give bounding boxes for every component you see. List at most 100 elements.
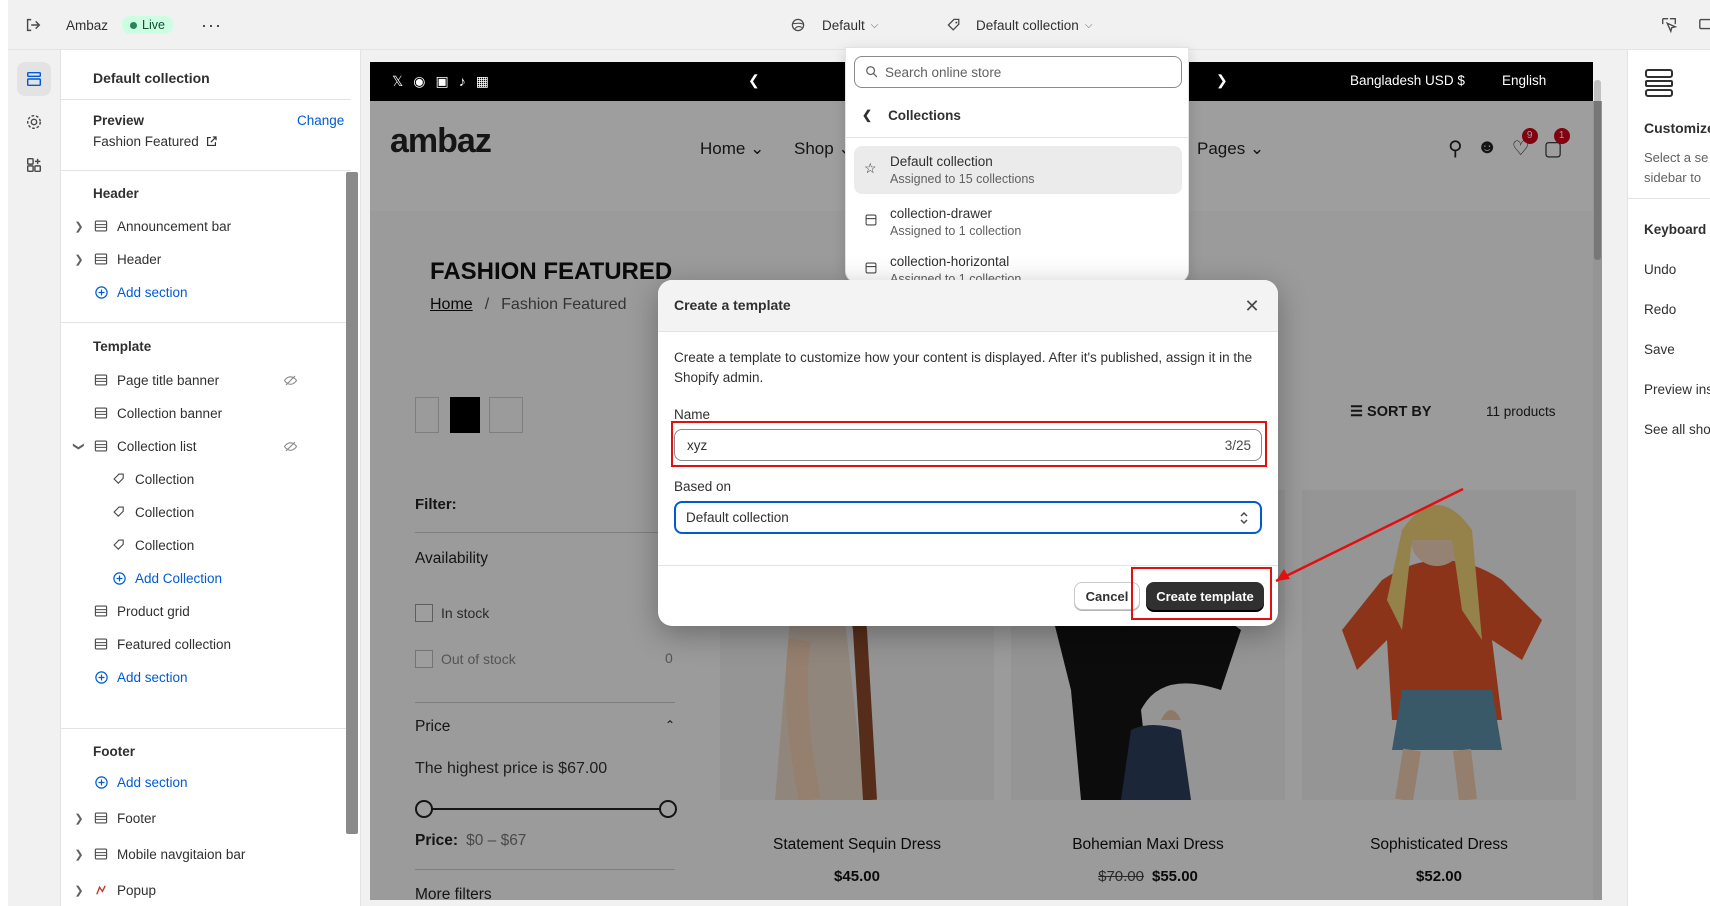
theme-settings-rail-button[interactable] <box>17 105 51 139</box>
divider <box>846 137 1188 138</box>
gear-icon <box>26 114 42 130</box>
template-option-subtitle: Assigned to 15 collections <box>890 172 1035 186</box>
section-collection-banner[interactable]: Collection banner <box>61 397 351 429</box>
shortcut-save: Save <box>1644 342 1675 357</box>
chevron-down-icon[interactable]: ❯ <box>73 440 86 452</box>
template-option-title: collection-drawer <box>890 206 993 221</box>
template-option-collection-horizontal[interactable]: collection-horizontal Assigned to 1 coll… <box>854 246 1182 282</box>
section-mobile-navigation-bar[interactable]: ❯ Mobile navgitaion bar <box>61 838 351 870</box>
exit-icon <box>26 18 41 32</box>
language-selector[interactable]: English <box>1502 73 1546 88</box>
star-icon: ☆ <box>864 160 877 176</box>
facebook-icon[interactable]: ◉ <box>413 73 425 90</box>
section-block-icon <box>93 810 109 826</box>
close-icon[interactable]: ✕ <box>1240 294 1264 318</box>
select-pointer-icon <box>1662 18 1678 34</box>
chevron-right-icon[interactable]: ❯ <box>73 812 85 825</box>
announcement-prev-icon[interactable]: ❮ <box>748 72 760 89</box>
announcement-next-icon[interactable]: ❯ <box>1216 72 1228 89</box>
template-select-label: Default collection <box>976 17 1079 33</box>
see-all-shortcuts-link[interactable]: See all sho <box>1644 422 1710 437</box>
chevron-right-icon[interactable]: ❯ <box>73 884 85 897</box>
chevron-right-icon[interactable]: ❯ <box>73 848 85 861</box>
add-section-header[interactable]: Add section <box>61 276 351 308</box>
section-label: Collection banner <box>117 405 223 421</box>
add-section-label: Add section <box>117 669 188 685</box>
shortcut-preview-inspector: Preview ins <box>1644 382 1710 397</box>
based-on-label: Based on <box>674 479 732 494</box>
divider <box>61 170 351 171</box>
store-name: Ambaz <box>66 17 109 33</box>
add-section-footer[interactable]: Add section <box>61 766 351 798</box>
cancel-button[interactable]: Cancel <box>1074 582 1140 610</box>
section-label: Announcement bar <box>117 218 232 234</box>
eye-hidden-icon[interactable] <box>283 439 298 454</box>
add-collection-block[interactable]: Add Collection <box>61 562 351 594</box>
block-label: Collection <box>135 471 195 487</box>
app-block-icon <box>93 882 109 898</box>
section-header[interactable]: ❯ Header <box>61 243 351 275</box>
section-label: Featured collection <box>117 636 232 652</box>
device-preview-button[interactable] <box>1698 0 1710 50</box>
layout-icon <box>865 214 877 226</box>
section-label: Collection list <box>117 438 197 454</box>
section-collection-list[interactable]: ❯ Collection list <box>61 430 351 462</box>
block-label: Collection <box>135 537 195 553</box>
add-section-label: Add section <box>117 774 188 790</box>
instagram-icon[interactable]: ▣ <box>436 73 449 90</box>
tag-icon <box>111 471 127 487</box>
sections-rail-button[interactable] <box>17 62 51 96</box>
block-collection[interactable]: Collection <box>61 496 351 528</box>
more-actions-icon[interactable]: ··· <box>201 15 222 36</box>
customize-desc-line1: Select a se <box>1644 150 1709 165</box>
template-group-label: Template <box>93 338 152 354</box>
section-label: Footer <box>117 810 157 826</box>
template-search-input[interactable]: Search online store <box>854 56 1182 88</box>
x-social-icon[interactable]: 𝕏 <box>392 73 403 90</box>
template-select[interactable]: Default collection ⌵ <box>946 0 1092 50</box>
template-option-collection-drawer[interactable]: collection-drawer Assigned to 1 collecti… <box>854 198 1182 246</box>
live-dot-icon <box>130 21 138 29</box>
section-product-grid[interactable]: Product grid <box>61 595 351 627</box>
theme-select[interactable]: Default ⌵ <box>790 0 878 50</box>
plus-circle-icon <box>93 284 109 300</box>
change-preview-link[interactable]: Change <box>297 113 344 128</box>
linkedin-icon[interactable]: ▦ <box>476 73 489 90</box>
create-template-button[interactable]: Create template <box>1146 582 1264 610</box>
chevron-right-icon[interactable]: ❯ <box>73 220 85 233</box>
collections-back-button[interactable]: ❮ Collections <box>862 100 961 130</box>
collections-label: Collections <box>888 107 961 123</box>
block-collection[interactable]: Collection <box>61 529 351 561</box>
editor-topbar: Ambaz Live ··· Default ⌵ Default collect… <box>8 0 1710 50</box>
inspector-button[interactable] <box>1660 0 1678 50</box>
apps-rail-button[interactable] <box>17 148 51 182</box>
section-label: Mobile navgitaion bar <box>117 846 246 862</box>
section-footer[interactable]: ❯ Footer <box>61 802 351 834</box>
tiktok-icon[interactable]: ♪ <box>459 73 466 90</box>
section-block-icon <box>93 372 109 388</box>
section-popup[interactable]: ❯ Popup <box>61 874 351 906</box>
block-collection[interactable]: Collection <box>61 463 351 495</box>
template-option-title: Default collection <box>890 154 993 169</box>
chevron-right-icon[interactable]: ❯ <box>73 253 85 266</box>
eye-hidden-icon[interactable] <box>283 373 298 388</box>
section-block-icon <box>93 218 109 234</box>
divider <box>61 99 351 100</box>
sidebar-scrollbar[interactable] <box>346 172 358 834</box>
section-layout-icon <box>1645 69 1673 97</box>
select-arrows-icon <box>1240 511 1248 525</box>
section-featured-collection[interactable]: Featured collection <box>61 628 351 660</box>
section-block-icon <box>93 636 109 652</box>
template-option-default-collection[interactable]: ☆ Default collection Assigned to 15 coll… <box>854 146 1182 194</box>
preview-label: Preview <box>93 113 145 128</box>
add-section-template[interactable]: Add section <box>61 661 351 693</box>
external-link-icon[interactable] <box>205 135 218 148</box>
section-announcement-bar[interactable]: ❯ Announcement bar <box>61 210 351 242</box>
exit-button[interactable] <box>24 0 42 50</box>
based-on-select[interactable]: Default collection <box>674 501 1262 534</box>
currency-selector[interactable]: Bangladesh USD $ <box>1350 73 1465 88</box>
customize-desc-line2: sidebar to <box>1644 170 1702 185</box>
section-page-title-banner[interactable]: Page title banner <box>61 364 351 396</box>
template-name-input[interactable]: xyz 3/25 <box>674 429 1262 461</box>
right-panel: Customize Select a se sidebar to Keyboar… <box>1627 50 1710 906</box>
